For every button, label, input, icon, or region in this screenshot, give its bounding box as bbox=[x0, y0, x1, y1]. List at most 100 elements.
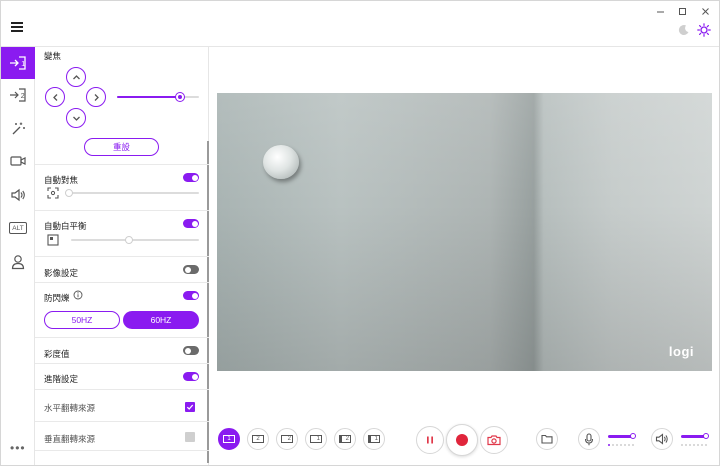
record-controls bbox=[416, 424, 508, 456]
record-icon bbox=[456, 434, 468, 446]
rail-item-audio[interactable] bbox=[1, 179, 35, 211]
rail-item-account[interactable] bbox=[1, 246, 35, 278]
chevron-down-icon bbox=[72, 116, 80, 121]
speaker-level-meter bbox=[681, 444, 707, 446]
chevron-left-icon bbox=[52, 93, 57, 101]
divider bbox=[35, 363, 209, 364]
rail-item-camera-2[interactable]: 2 bbox=[1, 79, 35, 111]
layout-button-4[interactable]: 1 bbox=[305, 428, 327, 450]
speaker-volume-icon bbox=[655, 433, 668, 445]
hz-60-button[interactable]: 60HZ bbox=[123, 311, 199, 329]
chevron-right-icon bbox=[94, 93, 99, 101]
focus-slider[interactable] bbox=[65, 189, 199, 197]
layout-pip-1-icon: 1 bbox=[310, 435, 322, 443]
autofocus-toggle[interactable] bbox=[183, 173, 199, 182]
focus-icon bbox=[47, 187, 59, 199]
divider bbox=[35, 421, 209, 422]
title-bar bbox=[1, 1, 719, 47]
camera-2-icon: 2 bbox=[10, 88, 26, 102]
layout-button-3[interactable]: 2 bbox=[276, 428, 298, 450]
rail-item-alt[interactable]: ALT bbox=[1, 212, 35, 244]
white-balance-toggle[interactable] bbox=[183, 219, 199, 228]
mic-level-meter bbox=[608, 444, 634, 446]
divider bbox=[35, 450, 209, 451]
divider bbox=[35, 164, 209, 165]
logi-logo: logi bbox=[668, 344, 694, 359]
folder-icon bbox=[541, 434, 553, 444]
pan-up-button[interactable] bbox=[66, 67, 86, 87]
chevron-up-icon bbox=[72, 74, 80, 79]
speaker-icon bbox=[11, 188, 25, 202]
snapshot-button[interactable] bbox=[480, 426, 508, 454]
advanced-label: 進階設定 bbox=[44, 374, 79, 384]
record-button[interactable] bbox=[446, 424, 478, 456]
saturation-label: 彩度值 bbox=[44, 349, 70, 359]
left-rail: 1 2 ALT ••• bbox=[1, 47, 35, 465]
camera-icon bbox=[487, 435, 501, 446]
pause-button[interactable] bbox=[416, 426, 444, 454]
camera-1-icon: 1 bbox=[10, 56, 26, 70]
advanced-toggle[interactable] bbox=[183, 372, 199, 381]
antiflicker-toggle[interactable] bbox=[183, 291, 199, 300]
minimize-icon[interactable] bbox=[653, 5, 667, 17]
divider bbox=[35, 210, 209, 211]
reset-button[interactable]: 重設 bbox=[84, 138, 159, 156]
white-balance-label: 自動白平衡 bbox=[44, 221, 87, 231]
antiflicker-label: 防閃爍 bbox=[44, 293, 70, 303]
image-settings-label: 影像設定 bbox=[44, 268, 79, 278]
image-settings-toggle[interactable] bbox=[183, 265, 199, 274]
moon-icon[interactable] bbox=[677, 23, 691, 37]
svg-text:2: 2 bbox=[21, 93, 25, 100]
menu-icon[interactable] bbox=[11, 22, 23, 32]
layout-button-6[interactable]: 1 bbox=[363, 428, 385, 450]
zoom-slider[interactable] bbox=[117, 93, 199, 101]
white-balance-icon bbox=[47, 234, 59, 246]
more-icon[interactable]: ••• bbox=[10, 441, 26, 455]
microphone-button[interactable] bbox=[578, 428, 600, 450]
divider bbox=[35, 337, 209, 338]
mirror-horizontal-label: 水平翻轉來源 bbox=[44, 403, 96, 413]
preview-object bbox=[263, 145, 299, 179]
rail-item-effects[interactable] bbox=[1, 113, 35, 145]
zoom-label: 變焦 bbox=[44, 51, 62, 61]
panel-scrollbar[interactable] bbox=[207, 141, 209, 463]
divider bbox=[35, 389, 209, 390]
layout-2-icon: 2 bbox=[252, 435, 264, 443]
speaker-volume-slider[interactable] bbox=[681, 432, 709, 440]
layout-button-5[interactable]: 2 bbox=[334, 428, 356, 450]
mirror-vertical-label: 垂直翻轉來源 bbox=[44, 434, 96, 444]
alt-icon: ALT bbox=[9, 222, 27, 234]
close-icon[interactable] bbox=[698, 5, 712, 17]
pan-left-button[interactable] bbox=[45, 87, 65, 107]
hz-50-button[interactable]: 50HZ bbox=[44, 311, 120, 329]
white-balance-slider[interactable] bbox=[71, 236, 199, 244]
mirror-horizontal-checkbox[interactable] bbox=[185, 402, 195, 412]
mic-volume-slider[interactable] bbox=[608, 432, 636, 440]
pan-right-button[interactable] bbox=[86, 87, 106, 107]
maximize-icon[interactable] bbox=[675, 5, 689, 17]
app-window: 1 2 ALT ••• 變焦 重設 自動對焦 自動白平衡 影像設定 防閃爍 50… bbox=[0, 0, 720, 466]
layout-button-1[interactable]: 1 bbox=[218, 428, 240, 450]
autofocus-label: 自動對焦 bbox=[44, 175, 79, 185]
microphone-icon bbox=[584, 432, 594, 445]
info-icon[interactable] bbox=[73, 290, 83, 300]
magic-wand-icon bbox=[12, 122, 25, 135]
layout-split-1-icon: 1 bbox=[368, 435, 380, 443]
checkmark-icon bbox=[186, 404, 194, 410]
pause-icon bbox=[427, 436, 433, 444]
layout-split-2-icon: 2 bbox=[339, 435, 351, 443]
mirror-vertical-checkbox[interactable] bbox=[185, 432, 195, 442]
video-camera-icon bbox=[10, 156, 26, 166]
svg-text:1: 1 bbox=[21, 61, 25, 68]
layout-pip-2-icon: 2 bbox=[281, 435, 293, 443]
layout-button-2[interactable]: 2 bbox=[247, 428, 269, 450]
saturation-toggle[interactable] bbox=[183, 346, 199, 355]
speaker-button[interactable] bbox=[651, 428, 673, 450]
rail-item-record[interactable] bbox=[1, 145, 35, 177]
rail-item-camera-1[interactable]: 1 bbox=[1, 47, 35, 79]
divider bbox=[35, 256, 209, 257]
open-folder-button[interactable] bbox=[536, 428, 558, 450]
pan-down-button[interactable] bbox=[66, 108, 86, 128]
sun-icon[interactable] bbox=[697, 23, 711, 37]
user-icon bbox=[11, 255, 25, 270]
